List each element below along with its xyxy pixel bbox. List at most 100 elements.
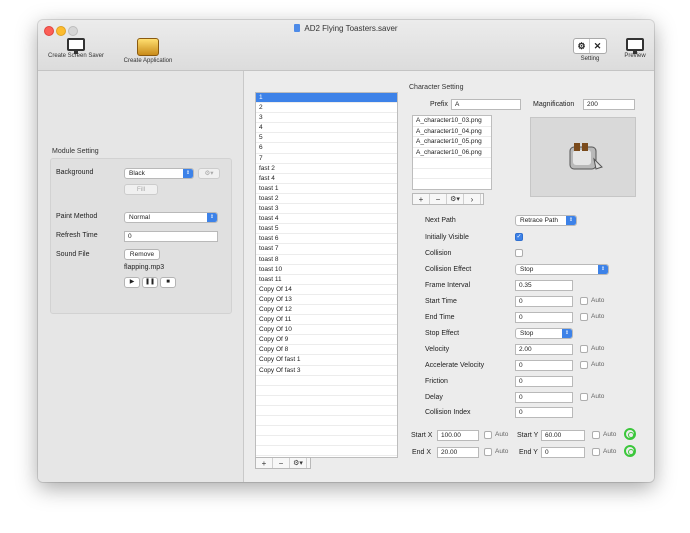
background-popup[interactable]: Black ⇕ [124, 168, 194, 179]
character-list-row[interactable]: 1 [256, 93, 397, 104]
close-icon[interactable]: ✕ [589, 39, 605, 53]
character-list-row[interactable] [256, 396, 397, 406]
refresh-time-field[interactable]: 0 [124, 231, 218, 242]
character-list-row[interactable]: toast 7 [256, 244, 397, 255]
next-path-popup[interactable]: Retrace Path ⇕ [515, 215, 577, 226]
start-time-auto-checkbox[interactable] [580, 297, 588, 305]
character-list-row[interactable] [256, 406, 397, 416]
image-file-row[interactable]: A_character10_05.png [413, 137, 491, 148]
character-list-row[interactable]: 5 [256, 133, 397, 144]
character-list-row[interactable]: Copy Of 9 [256, 335, 397, 346]
add-image-button[interactable]: + [413, 194, 430, 204]
end-x-auto-checkbox[interactable] [484, 448, 492, 456]
character-list-row[interactable]: toast 1 [256, 184, 397, 194]
character-list-row[interactable]: Copy Of fast 3 [256, 366, 397, 376]
play-button[interactable]: ▶ [124, 277, 140, 288]
character-list[interactable]: 1 2 3 4 5 6 7 fast 2 fast 4 toast 1 toast 2 toast 3… [255, 92, 398, 458]
add-character-button[interactable]: + [256, 458, 273, 468]
character-list-row[interactable] [256, 386, 397, 396]
pause-button[interactable]: ❚❚ [142, 277, 158, 288]
character-list-row[interactable]: 6 [256, 143, 397, 154]
character-list-row[interactable]: fast 4 [256, 174, 397, 184]
character-list-row[interactable]: 3 [256, 113, 397, 124]
image-file-row[interactable]: A_character10_06.png [413, 148, 491, 158]
character-list-row[interactable]: Copy Of 13 [256, 295, 397, 305]
character-list-row[interactable]: fast 2 [256, 164, 397, 174]
delay-field[interactable]: 0 [515, 392, 573, 403]
character-list-row[interactable]: Copy Of 10 [256, 325, 397, 336]
preview-button[interactable]: Preview [618, 38, 652, 59]
character-list-row[interactable]: Copy Of 12 [256, 305, 397, 316]
stop-button[interactable]: ■ [160, 277, 176, 288]
character-list-row[interactable]: 2 [256, 103, 397, 114]
end-time-auto-checkbox[interactable] [580, 313, 588, 321]
remove-character-button[interactable]: − [273, 458, 290, 468]
accelerate-velocity-auto-checkbox[interactable] [580, 361, 588, 369]
character-list-row[interactable]: toast 5 [256, 224, 397, 235]
character-list-row[interactable] [256, 436, 397, 447]
character-list-row[interactable]: toast 4 [256, 214, 397, 225]
image-file-row[interactable] [413, 158, 491, 169]
character-list-row[interactable]: Copy Of fast 1 [256, 355, 397, 366]
start-x-auto-checkbox[interactable] [484, 431, 492, 439]
frame-interval-field[interactable]: 0.35 [515, 280, 573, 291]
velocity-auto-checkbox[interactable] [580, 345, 588, 353]
end-position-target-icon[interactable] [624, 445, 636, 457]
image-file-row[interactable]: A_character10_04.png [413, 127, 491, 137]
character-action-menu[interactable]: ⚙▾ [290, 458, 307, 468]
background-action-button[interactable]: ⚙▾ [198, 168, 220, 179]
end-time-field[interactable]: 0 [515, 312, 573, 323]
module-setting-title: Module Setting [52, 148, 99, 155]
character-list-row[interactable]: toast 2 [256, 194, 397, 205]
start-position-target-icon[interactable] [624, 428, 636, 440]
velocity-field[interactable]: 2.00 [515, 344, 573, 355]
magnification-field[interactable]: 200 [583, 99, 635, 110]
character-list-row[interactable] [256, 416, 397, 427]
character-list-row[interactable] [256, 446, 397, 457]
character-list-row[interactable]: Copy Of 11 [256, 315, 397, 326]
character-list-row[interactable] [256, 426, 397, 437]
character-list-row[interactable]: toast 3 [256, 204, 397, 215]
chevron-down-icon: ⇕ [183, 169, 193, 178]
image-file-row[interactable]: A_character10_03.png [413, 116, 491, 127]
character-list-row[interactable] [256, 376, 397, 386]
end-x-field[interactable]: 20.00 [437, 447, 479, 458]
image-action-menu[interactable]: ⚙▾ [447, 194, 464, 204]
prefix-field[interactable]: A [451, 99, 521, 110]
character-list-row[interactable]: Copy Of 14 [256, 285, 397, 295]
collision-index-field[interactable]: 0 [515, 407, 573, 418]
image-file-row[interactable] [413, 179, 491, 189]
chevron-right-icon[interactable]: › [464, 194, 481, 204]
start-time-field[interactable]: 0 [515, 296, 573, 307]
character-list-row[interactable]: 7 [256, 154, 397, 164]
collision-effect-popup[interactable]: Stop ⇕ [515, 264, 609, 275]
gear-icon[interactable]: ⚙ [574, 39, 589, 53]
stop-effect-popup[interactable]: Stop ⇕ [515, 328, 573, 339]
fill-button[interactable]: Fill [124, 184, 158, 195]
create-application-button[interactable]: Create Application [114, 38, 182, 64]
character-list-row[interactable]: toast 6 [256, 234, 397, 245]
friction-label: Friction [425, 378, 448, 385]
character-list-row[interactable]: Copy Of 8 [256, 345, 397, 356]
collision-checkbox[interactable] [515, 249, 523, 257]
end-y-field[interactable]: 0 [541, 447, 585, 458]
create-screen-saver-button[interactable]: Create Screen Saver [40, 38, 112, 59]
image-file-row[interactable] [413, 169, 491, 179]
character-list-row[interactable]: toast 8 [256, 255, 397, 265]
start-y-auto-checkbox[interactable] [592, 431, 600, 439]
delay-auto-checkbox[interactable] [580, 393, 588, 401]
end-y-auto-checkbox[interactable] [592, 448, 600, 456]
start-y-field[interactable]: 60.00 [541, 430, 585, 441]
friction-field[interactable]: 0 [515, 376, 573, 387]
accelerate-velocity-field[interactable]: 0 [515, 360, 573, 371]
remove-sound-button[interactable]: Remove [124, 249, 160, 260]
start-time-auto-label: Auto [591, 297, 605, 304]
image-file-list[interactable]: A_character10_03.png A_character10_04.png… [412, 115, 492, 190]
start-x-field[interactable]: 100.00 [437, 430, 479, 441]
paint-method-popup[interactable]: Normal ⇕ [124, 212, 218, 223]
character-list-row[interactable]: toast 10 [256, 265, 397, 275]
initially-visible-checkbox[interactable]: ✓ [515, 233, 523, 241]
remove-image-button[interactable]: − [430, 194, 447, 204]
character-list-row[interactable]: toast 11 [256, 275, 397, 285]
character-list-row[interactable]: 4 [256, 123, 397, 134]
